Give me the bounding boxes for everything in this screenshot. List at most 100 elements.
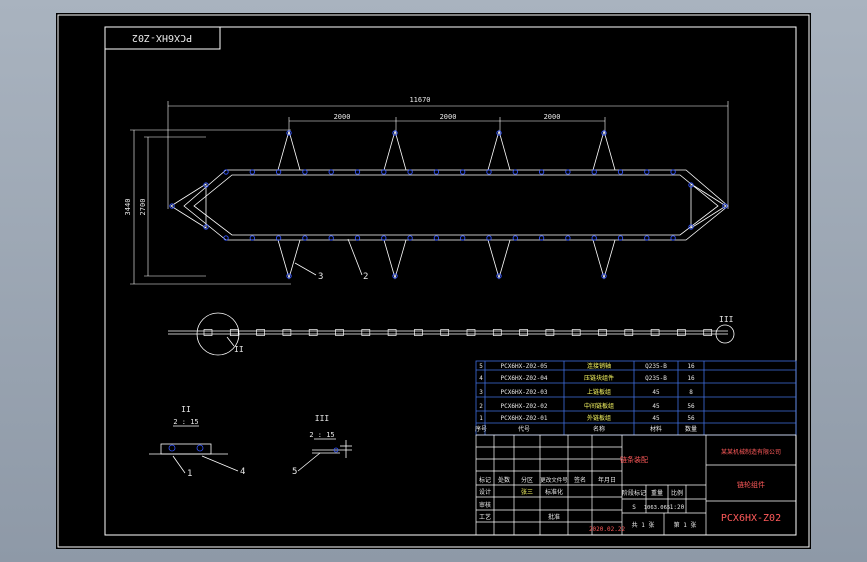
drawing-canvas: PCX6HX-Z02 11670 2000 2000 2000 3440 270… bbox=[57, 14, 810, 548]
dimension-lines bbox=[130, 101, 729, 285]
chain-pin bbox=[644, 169, 650, 175]
chain-loop bbox=[170, 129, 729, 280]
tb-label-ymd: 年月日 bbox=[598, 476, 616, 484]
tb-label-scale: 比例 bbox=[671, 489, 683, 497]
chain-pins bbox=[169, 130, 728, 279]
side-link bbox=[519, 329, 528, 336]
bom-cell-name: 中间链板组 bbox=[584, 402, 614, 410]
drawing-sheet: PCX6HX-Z02 11670 2000 2000 2000 3440 270… bbox=[56, 13, 811, 549]
chain-pin bbox=[249, 169, 255, 175]
bom-cell-name: 上链板组 bbox=[587, 388, 611, 396]
bom-cell-qty: 16 bbox=[687, 363, 695, 370]
bom-cell-qty: 8 bbox=[689, 389, 693, 396]
bom-cell-code: PCX6HX-Z02-05 bbox=[501, 363, 548, 370]
chain-pin bbox=[512, 235, 518, 241]
side-link bbox=[624, 329, 634, 336]
chain-pin bbox=[433, 169, 440, 175]
side-link bbox=[703, 329, 713, 336]
bom-cell-no: 2 bbox=[479, 403, 483, 410]
tb-label-check: 审核 bbox=[479, 501, 491, 509]
chain-pin bbox=[670, 169, 676, 175]
detail-iii-scale: 2 : 15 bbox=[309, 431, 334, 439]
bom-header-code: 代号 bbox=[518, 425, 530, 433]
chain-pin bbox=[591, 169, 597, 175]
side-link bbox=[229, 329, 239, 336]
side-link bbox=[492, 329, 502, 336]
chain-pin bbox=[328, 235, 334, 241]
rotated-code: PCX6HX-Z02 bbox=[132, 32, 192, 43]
chain-pin bbox=[275, 169, 282, 175]
dim-height-outer: 3440 bbox=[124, 199, 132, 216]
chain-pin bbox=[644, 235, 650, 241]
chain-pin bbox=[617, 169, 624, 175]
callout-2: 2 bbox=[363, 272, 368, 282]
bom-header-qty: 数量 bbox=[685, 425, 697, 433]
side-view-chain bbox=[168, 312, 735, 356]
tb-label-standard: 标准化 bbox=[545, 488, 563, 496]
detail-mark-ii: II bbox=[234, 345, 244, 354]
chain-pin bbox=[381, 169, 387, 175]
bom-cell-material: Q235-B bbox=[645, 375, 667, 382]
bom-cell-code: PCX6HX-Z02-04 bbox=[501, 375, 548, 382]
chain-pin bbox=[591, 235, 597, 241]
side-view-links bbox=[203, 329, 713, 336]
chain-pin bbox=[670, 235, 676, 241]
tb-label-change-doc: 更改文件号 bbox=[540, 476, 568, 484]
dim-pitch-1: 2000 bbox=[334, 113, 351, 121]
chain-pin bbox=[565, 169, 571, 175]
chain-pin bbox=[486, 169, 492, 175]
bom-cell-material: 45 bbox=[652, 389, 660, 396]
chain-pin bbox=[460, 235, 466, 241]
bom-header-material: 材料 bbox=[650, 425, 662, 433]
tb-drawing-no: PCX6HX-Z02 bbox=[721, 513, 781, 524]
chain-pin bbox=[617, 235, 624, 241]
detail-ii-title: II bbox=[181, 405, 191, 414]
bom-grid bbox=[475, 360, 797, 436]
bom-cell-material: 45 bbox=[652, 403, 660, 410]
chain-pin bbox=[354, 235, 361, 241]
side-link bbox=[282, 329, 292, 336]
detail-iii bbox=[297, 438, 352, 472]
side-link bbox=[598, 329, 607, 336]
side-link bbox=[650, 329, 660, 336]
tb-part-name: 链条装配 bbox=[620, 455, 648, 464]
side-link bbox=[256, 329, 265, 336]
dim-pitch-3: 2000 bbox=[544, 113, 561, 121]
chain-pin bbox=[433, 235, 440, 241]
tb-label-zone: 分区 bbox=[521, 476, 533, 484]
tb-company: 某某机械制造有限公司 bbox=[721, 448, 781, 456]
bom-cell-qty: 56 bbox=[687, 415, 695, 422]
bom-cell-code: PCX6HX-Z02-01 bbox=[501, 415, 548, 422]
side-link bbox=[677, 329, 686, 336]
detail-mark-iii: III bbox=[719, 315, 734, 324]
bom-cell-material: Q235-B bbox=[645, 363, 667, 370]
tb-assembly: 链轮组件 bbox=[737, 480, 765, 489]
bom-header-name: 名称 bbox=[593, 425, 605, 433]
bom-header-no: 序号 bbox=[475, 425, 487, 433]
tb-label-design: 设计 bbox=[479, 488, 491, 496]
chain-pin bbox=[565, 235, 571, 241]
outer-frame bbox=[57, 14, 810, 548]
tb-label-weight: 重量 bbox=[651, 489, 663, 497]
tb-weight-value: 1063.065 bbox=[644, 505, 671, 511]
bom-cell-name: 连接销轴 bbox=[587, 362, 611, 370]
bom-cell-material: 45 bbox=[652, 415, 660, 422]
bom-cell-code: PCX6HX-Z02-02 bbox=[501, 403, 548, 410]
chain-pin bbox=[538, 169, 545, 175]
callout-3: 3 bbox=[318, 272, 323, 282]
bom-cell-no: 3 bbox=[479, 389, 483, 396]
bom-cell-code: PCX6HX-Z02-03 bbox=[501, 389, 548, 396]
bom-cell-no: 4 bbox=[479, 375, 483, 382]
bom-cell-no: 1 bbox=[479, 415, 483, 422]
chain-pin bbox=[302, 169, 308, 175]
side-link bbox=[466, 329, 476, 336]
tb-label-stage: 阶段标记 bbox=[622, 489, 646, 497]
bom-cell-qty: 16 bbox=[687, 375, 695, 382]
side-link bbox=[361, 329, 371, 336]
callout-4: 4 bbox=[240, 467, 245, 477]
bom-cell-name: 压链块组件 bbox=[584, 374, 614, 382]
side-link bbox=[571, 329, 581, 336]
side-link bbox=[387, 329, 397, 336]
chain-pin bbox=[249, 235, 255, 241]
chain-pin bbox=[275, 235, 282, 241]
